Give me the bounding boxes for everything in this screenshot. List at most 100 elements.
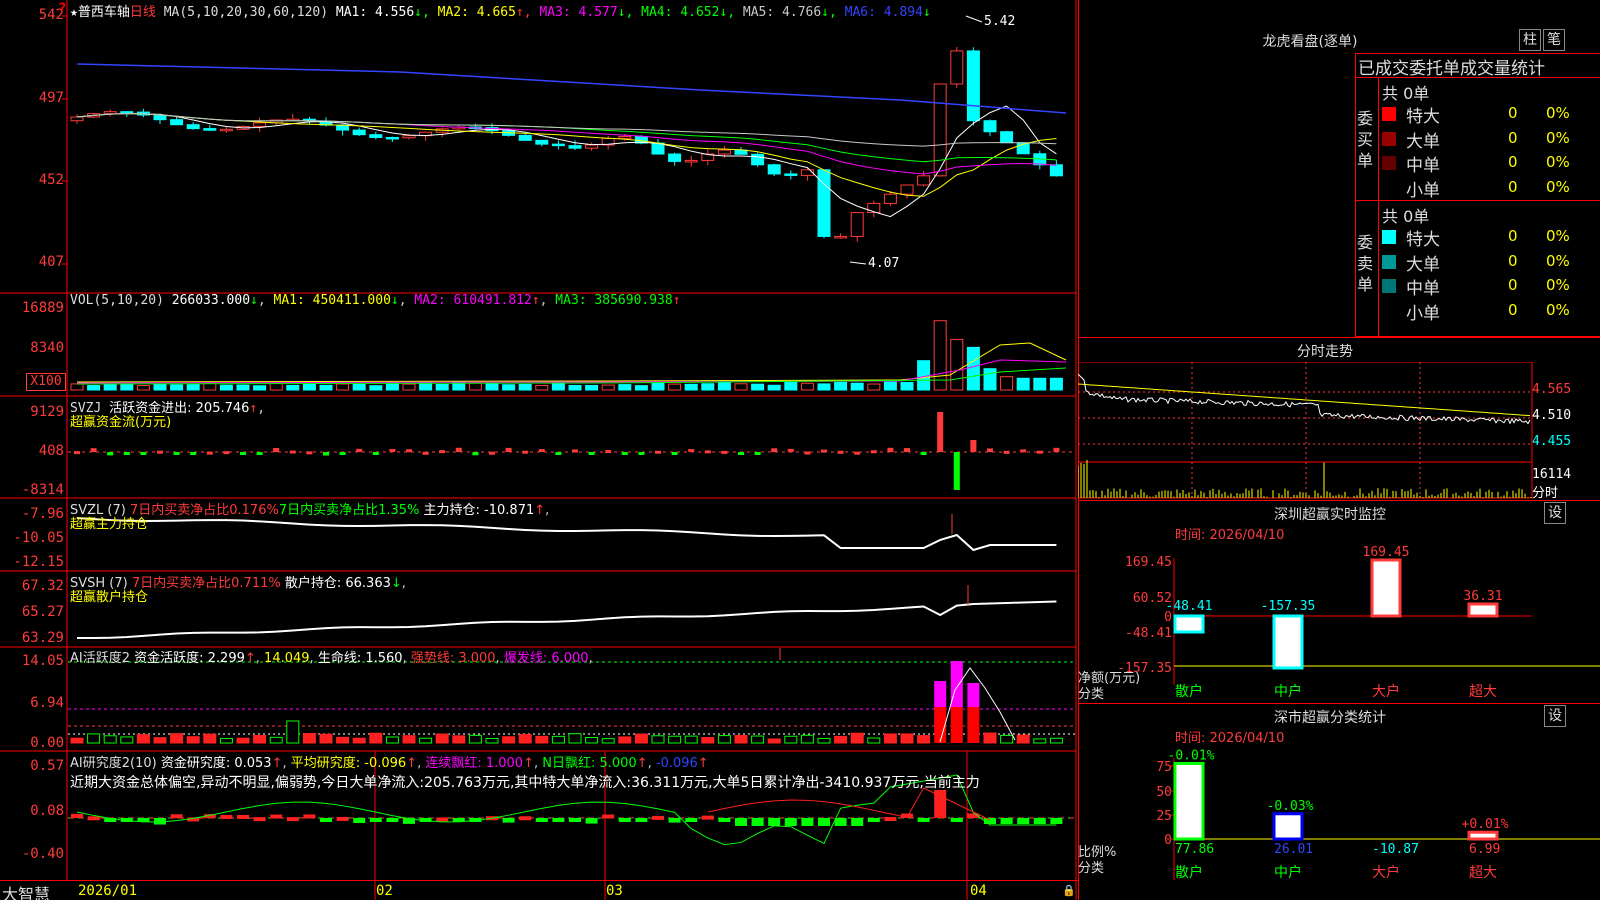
ai2-bar [801, 818, 814, 826]
volume-bar [468, 382, 482, 391]
lock-icon[interactable]: 🔒 [1062, 884, 1076, 897]
candle-down [767, 164, 781, 175]
ai1-bar [900, 733, 914, 744]
svzj-bar [140, 452, 147, 455]
candle-down [120, 111, 134, 114]
volume-bar [369, 385, 383, 391]
monitor-bar [1173, 614, 1205, 634]
volume-bar [817, 383, 831, 391]
volume-bar [136, 384, 150, 391]
ma6-arrow: ↓ [922, 5, 931, 20]
ai2-bar [818, 818, 830, 826]
svzj-bar [422, 451, 429, 455]
volume-bar [784, 381, 798, 391]
ai1-axis-1: 14.05 [21, 653, 64, 669]
svzj-bar [804, 451, 811, 455]
monitor-category: 中户 [1274, 683, 1302, 700]
ai2-bar [286, 817, 299, 822]
vol-ma3-arrow: ↑ [672, 293, 681, 308]
svzj-bar [970, 440, 977, 452]
ai1-burst-bar [967, 683, 980, 707]
vol-ma2: MA2: 610491.812 [414, 293, 532, 308]
volume-bar [302, 383, 316, 391]
ma120-line [76, 63, 1067, 114]
ai1-bar [369, 732, 383, 744]
dragon-title: 龙虎看盘(逐单) [1262, 34, 1358, 50]
brand-logo: 大智慧 [2, 885, 51, 900]
tick-mode-button[interactable]: 笔 [1543, 29, 1565, 51]
svzj-bar [505, 447, 512, 452]
price-axis-452: 452 [38, 172, 64, 188]
ai1-bar [485, 737, 499, 744]
classify-change: -0.03% [1267, 799, 1314, 814]
candle-down [369, 134, 383, 138]
monitor-bar-value: 169.45 [1363, 545, 1410, 560]
ai2-bar [386, 818, 399, 822]
monitor-y-tick: 169.45 [1125, 555, 1172, 570]
volume-bar [70, 383, 84, 391]
bar-mode-button[interactable]: 柱 [1519, 29, 1541, 51]
ai2-bar [1033, 818, 1046, 824]
candle-up [253, 122, 267, 127]
ai1-bar [435, 733, 449, 744]
volume-bar [186, 384, 200, 391]
buy-row-percent: 0% [1546, 128, 1570, 147]
buy-row-color-swatch [1382, 156, 1396, 170]
candle-down [966, 50, 980, 122]
low-pointer [849, 261, 867, 265]
ai1-bar [651, 735, 665, 744]
ai1-bar [319, 733, 333, 744]
candle-down [983, 120, 997, 133]
ai1-strong-line: 强势线: 3.000 [410, 651, 496, 666]
ai1-bar [1016, 734, 1030, 744]
period-label[interactable]: 日线 [130, 5, 156, 20]
svzj-bar [854, 451, 861, 455]
ai1-activity: 资金活跃度: 2.299 [134, 651, 245, 666]
candle-up [684, 159, 698, 163]
candle-up [70, 116, 84, 122]
volume-bar [800, 382, 814, 391]
volume-bar [601, 384, 615, 391]
volume-bar [535, 384, 549, 391]
ai2-bar [569, 818, 581, 822]
svsh-position: 散户持仓: 66.363 [284, 576, 391, 591]
svzl-line [76, 517, 1057, 552]
vol-axis-1: 16889 [21, 300, 64, 316]
svzj-bar [937, 412, 944, 452]
price-axis-497: 497 [38, 90, 64, 106]
candle-down [153, 114, 167, 121]
ai2-bar [1017, 818, 1030, 824]
candle-down [385, 136, 399, 140]
ai2-bar [585, 818, 598, 824]
ai2-continuous-red: 连续飘红: 1.000 [425, 756, 524, 771]
monitor-bar [1272, 614, 1304, 670]
ma1-value: MA1: 4.556 [335, 5, 415, 20]
intraday-chart[interactable] [1078, 362, 1600, 502]
favorite-star-icon[interactable]: ★ [70, 5, 78, 20]
vol-unit-button[interactable]: X100 [26, 373, 66, 391]
volume-bar [103, 384, 117, 391]
volume-bar [966, 346, 980, 391]
candle-down [352, 129, 366, 136]
intraday-frame [1078, 362, 1533, 499]
svsh-ratio: 7日内买卖净占比0.711% [131, 576, 281, 591]
svzj-bar [273, 448, 280, 452]
svzj-bar [904, 448, 910, 452]
ai1-bar [1000, 734, 1014, 744]
ai1-bar [751, 735, 765, 744]
volume-bar [634, 385, 648, 391]
sell-row-name: 特大 [1406, 230, 1440, 250]
candle-up [850, 212, 864, 237]
ai2-bar [618, 818, 631, 822]
classify-percent: 77.86 [1175, 842, 1214, 857]
svzj-bar [123, 452, 130, 455]
volume-bar [419, 382, 433, 391]
question-icon[interactable]: ? [58, 1, 66, 17]
ai2-bar [735, 818, 747, 826]
svzj-bar [588, 452, 595, 455]
volume-bar [485, 382, 499, 391]
svzj-bar [74, 451, 80, 455]
ai1-bar [568, 733, 582, 744]
sell-row-count: 0 [1508, 251, 1518, 270]
buy-row-percent: 0% [1546, 153, 1570, 171]
